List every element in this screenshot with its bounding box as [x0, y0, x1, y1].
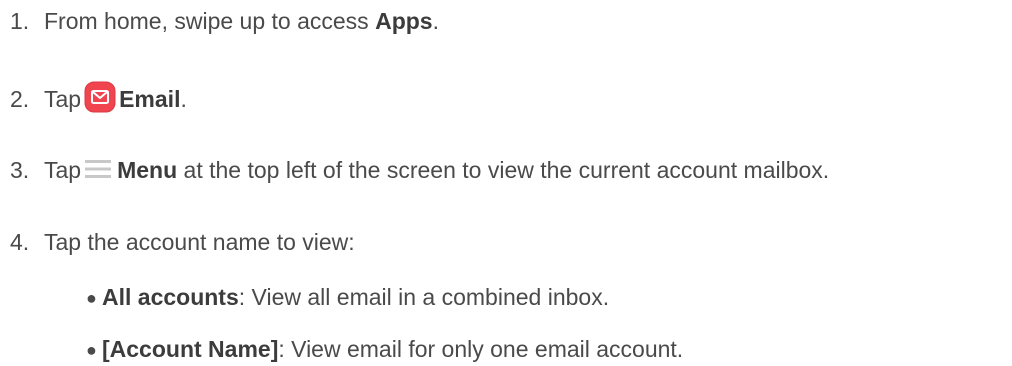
bullet-icon: ●	[86, 340, 97, 360]
bullet-icon: ●	[86, 288, 97, 308]
menu-label: Menu	[117, 157, 178, 183]
step-1: 1. From home, swipe up to access Apps.	[10, 6, 439, 36]
step-number: 1.	[10, 8, 30, 34]
apps-label: Apps	[375, 8, 433, 34]
bullet-text: : View all email in a combined inbox.	[238, 284, 610, 310]
bullet-text: : View email for only one email account.	[278, 336, 684, 362]
bullet-all-accounts: ● All accounts: View all email in a combi…	[86, 282, 609, 313]
email-label: Email	[119, 86, 181, 112]
bullet-label: All accounts	[102, 284, 239, 310]
step-2: 2. Tap Email.	[10, 81, 187, 114]
step-4: 4. Tap the account name to view:	[10, 227, 355, 257]
step-text: Tap	[44, 86, 82, 112]
step-text-after: at the top left of the screen to view th…	[177, 157, 830, 183]
step-3: 3. Tap Menu at the top left of the screen …	[10, 155, 829, 185]
bullet-account-name: ● [Account Name]: View email for only one…	[86, 334, 683, 365]
step-punct: .	[432, 8, 439, 34]
email-app-icon	[84, 81, 116, 113]
step-text: Tap the account name to view:	[44, 229, 355, 255]
step-number: 2.	[10, 86, 30, 112]
step-punct: .	[180, 86, 187, 112]
step-number: 4.	[10, 229, 30, 255]
step-text: From home, swipe up to access	[44, 8, 376, 34]
bullet-label: [Account Name]	[102, 336, 279, 362]
step-number: 3.	[10, 157, 30, 183]
menu-icon	[85, 156, 112, 178]
step-text: Tap	[44, 157, 82, 183]
